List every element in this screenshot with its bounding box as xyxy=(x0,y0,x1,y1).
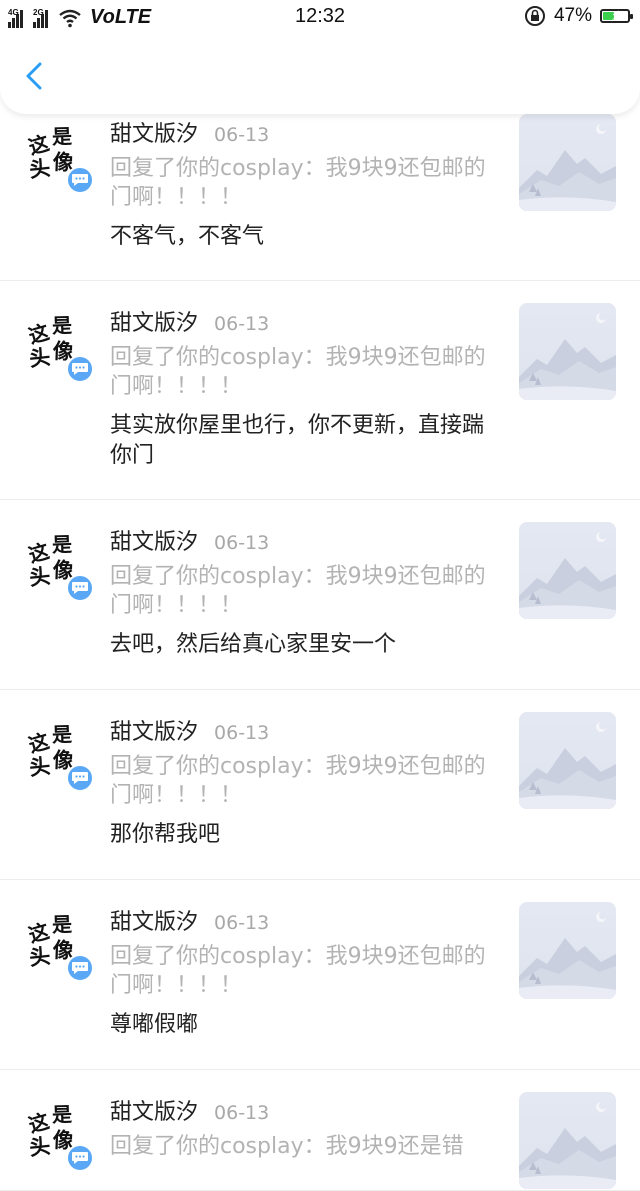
comment-date: 06-13 xyxy=(214,1102,270,1124)
user-line: 甜文版汐 06-13 xyxy=(110,904,269,936)
post-thumbnail[interactable] xyxy=(519,712,616,809)
user-line: 甜文版汐 06-13 xyxy=(110,116,269,148)
user-line: 甜文版汐 06-13 xyxy=(110,1094,269,1126)
reply-text: 其实放你屋里也行，你不更新，直接踹你门 xyxy=(110,413,485,468)
comment-list: 这是头像 甜文版汐 06-13 回复了你的cosplay：我9块9还包邮的门啊！… xyxy=(0,114,640,1191)
avatar[interactable]: 这是头像 xyxy=(22,124,94,198)
nav-bar xyxy=(0,34,640,114)
user-line: 甜文版汐 06-13 xyxy=(110,305,269,337)
username[interactable]: 甜文版汐 xyxy=(110,1094,198,1126)
username[interactable]: 甜文版汐 xyxy=(110,116,198,148)
quoted-comment: 回复了你的cosplay：我9块9还是错 xyxy=(110,1134,464,1159)
reply-text: 那你帮我吧 xyxy=(110,822,221,847)
quoted-comment: 回复了你的cosplay：我9块9还包邮的门啊！！！！ xyxy=(110,564,486,618)
user-line: 甜文版汐 06-13 xyxy=(110,524,269,556)
avatar[interactable]: 这是头像 xyxy=(22,912,94,986)
post-thumbnail[interactable] xyxy=(519,902,616,999)
comment-badge-icon xyxy=(66,1144,94,1172)
username[interactable]: 甜文版汐 xyxy=(110,904,198,936)
avatar[interactable]: 这是头像 xyxy=(22,1102,94,1176)
quoted-comment: 回复了你的cosplay：我9块9还包邮的门啊！！！！ xyxy=(110,754,486,808)
image-placeholder-icon xyxy=(519,712,616,809)
image-placeholder-icon xyxy=(519,522,616,619)
username[interactable]: 甜文版汐 xyxy=(110,524,198,556)
comment-item[interactable]: 这是头像 甜文版汐 06-13 回复了你的cosplay：我9块9还包邮的门啊！… xyxy=(0,690,640,880)
comment-badge-icon xyxy=(66,574,94,602)
user-line: 甜文版汐 06-13 xyxy=(110,714,269,746)
comment-date: 06-13 xyxy=(214,532,270,554)
comment-date: 06-13 xyxy=(214,124,270,146)
comment-badge-icon xyxy=(66,166,94,194)
quoted-comment: 回复了你的cosplay：我9块9还包邮的门啊！！！！ xyxy=(110,345,486,399)
avatar[interactable]: 这是头像 xyxy=(22,532,94,606)
avatar[interactable]: 这是头像 xyxy=(22,722,94,796)
battery-percent: 47% xyxy=(553,5,592,26)
comment-item[interactable]: 这是头像 甜文版汐 06-13 回复了你的cosplay：我9块9还是错 xyxy=(0,1070,640,1191)
image-placeholder-icon xyxy=(519,114,616,211)
username[interactable]: 甜文版汐 xyxy=(110,714,198,746)
chevron-left-icon xyxy=(26,62,42,90)
post-thumbnail[interactable] xyxy=(519,522,616,619)
post-thumbnail[interactable] xyxy=(519,114,616,211)
back-button[interactable] xyxy=(20,56,50,96)
image-placeholder-icon xyxy=(519,303,616,400)
comment-date: 06-13 xyxy=(214,912,270,934)
image-placeholder-icon xyxy=(519,1092,616,1189)
comment-item[interactable]: 这是头像 甜文版汐 06-13 回复了你的cosplay：我9块9还包邮的门啊！… xyxy=(0,281,640,500)
comment-item[interactable]: 这是头像 甜文版汐 06-13 回复了你的cosplay：我9块9还包邮的门啊！… xyxy=(0,880,640,1070)
post-thumbnail[interactable] xyxy=(519,1092,616,1189)
comment-badge-icon xyxy=(66,764,94,792)
reply-text: 去吧，然后给真心家里安一个 xyxy=(110,632,397,657)
comment-item[interactable]: 这是头像 甜文版汐 06-13 回复了你的cosplay：我9块9还包邮的门啊！… xyxy=(0,114,640,281)
image-placeholder-icon xyxy=(519,902,616,999)
reply-text: 不客气，不客气 xyxy=(110,224,265,249)
quoted-comment: 回复了你的cosplay：我9块9还包邮的门啊！！！！ xyxy=(110,156,486,210)
avatar[interactable]: 这是头像 xyxy=(22,313,94,387)
quoted-comment: 回复了你的cosplay：我9块9还包邮的门啊！！！！ xyxy=(110,944,486,998)
username[interactable]: 甜文版汐 xyxy=(110,305,198,337)
rotation-lock-icon xyxy=(524,6,545,26)
status-bar: 4G 2G VoLTE 12:32 47% ⚡ xyxy=(0,0,640,34)
comment-item[interactable]: 这是头像 甜文版汐 06-13 回复了你的cosplay：我9块9还包邮的门啊！… xyxy=(0,500,640,690)
comment-date: 06-13 xyxy=(214,313,270,335)
reply-text: 尊嘟假嘟 xyxy=(110,1012,199,1037)
battery-icon: ⚡ xyxy=(600,9,633,23)
post-thumbnail[interactable] xyxy=(519,303,616,400)
comment-badge-icon xyxy=(66,954,94,982)
comment-date: 06-13 xyxy=(214,722,270,744)
comment-badge-icon xyxy=(66,355,94,383)
